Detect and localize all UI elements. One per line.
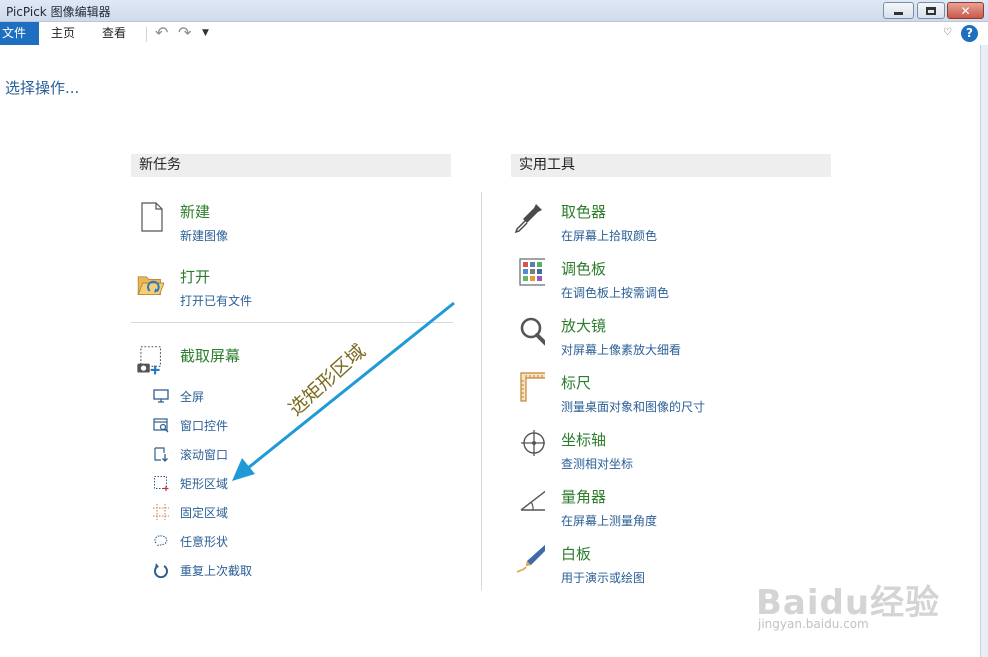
color-picker-icon xyxy=(514,204,542,234)
new-file-icon xyxy=(141,202,163,232)
tab-file[interactable]: 文件 xyxy=(0,22,39,45)
crosshair-icon xyxy=(521,430,545,456)
whiteboard-pen-icon xyxy=(516,544,545,573)
task-open-subtitle: 打开已有文件 xyxy=(180,294,253,308)
task-capture[interactable]: 截取屏幕 xyxy=(132,344,432,388)
capture-scroll-window[interactable]: 滚动窗口 xyxy=(153,446,353,464)
task-new-subtitle: 新建图像 xyxy=(180,229,229,243)
capture-window-control[interactable]: 窗口控件 xyxy=(153,417,353,435)
window-right-frame xyxy=(980,45,988,657)
tool-color-picker-subtitle: 在屏幕上拾取颜色 xyxy=(561,229,658,243)
tool-magnifier-subtitle: 对屏幕上像素放大细看 xyxy=(561,343,682,357)
capture-fixed-region-label: 固定区域 xyxy=(180,506,229,520)
tool-crosshair[interactable]: 坐标轴 查测相对坐标 xyxy=(513,429,813,473)
open-folder-icon xyxy=(137,276,164,295)
tool-protractor-subtitle: 在屏幕上测量角度 xyxy=(561,514,658,528)
ribbon-collapse-icon[interactable]: ♡ xyxy=(943,27,952,38)
rectangle-region-icon xyxy=(154,476,169,491)
section-divider xyxy=(131,322,453,323)
ruler-icon xyxy=(520,372,545,402)
tool-color-picker[interactable]: 取色器 在屏幕上拾取颜色 xyxy=(513,201,813,245)
quick-access-separator xyxy=(146,27,147,42)
tool-ruler[interactable]: 标尺 测量桌面对象和图像的尺寸 xyxy=(513,372,813,416)
tool-ruler-subtitle: 测量桌面对象和图像的尺寸 xyxy=(561,400,706,414)
capture-repeat-last-label: 重复上次截取 xyxy=(180,564,253,578)
capture-freehand[interactable]: 任意形状 xyxy=(153,533,353,551)
close-button[interactable]: ✕ xyxy=(947,2,984,19)
tools-header: 实用工具 xyxy=(511,154,831,177)
task-open-title: 打开 xyxy=(180,268,211,286)
tool-protractor[interactable]: 量角器 在屏幕上测量角度 xyxy=(513,486,813,530)
fixed-region-icon xyxy=(153,504,169,520)
prompt-text: 选择操作... xyxy=(5,79,80,97)
tool-crosshair-subtitle: 查测相对坐标 xyxy=(561,457,634,471)
title-bar: PicPick 图像编辑器 ✕ xyxy=(0,0,988,22)
window-title: PicPick 图像编辑器 xyxy=(6,5,111,19)
close-icon: ✕ xyxy=(960,3,971,18)
new-task-header: 新任务 xyxy=(131,154,451,177)
repeat-capture-icon xyxy=(154,563,168,578)
tool-protractor-title: 量角器 xyxy=(561,488,607,506)
tab-view[interactable]: 查看 xyxy=(92,22,136,45)
tool-magnifier-title: 放大镜 xyxy=(561,317,607,335)
tool-color-picker-title: 取色器 xyxy=(561,203,607,221)
maximize-button[interactable] xyxy=(917,2,945,19)
tool-palette-subtitle: 在调色板上按需调色 xyxy=(561,286,670,300)
window-control-icon xyxy=(153,418,169,433)
tool-palette[interactable]: 调色板 在调色板上按需调色 xyxy=(513,258,813,302)
capture-fullscreen-label: 全屏 xyxy=(180,390,205,404)
watermark: Baidu经验 jingyan.baidu.com xyxy=(756,555,981,655)
task-open[interactable]: 打开 打开已有文件 xyxy=(132,266,432,310)
magnifier-icon xyxy=(520,317,545,346)
maximize-icon xyxy=(926,6,936,15)
undo-icon[interactable]: ↶ xyxy=(155,23,168,42)
scroll-window-icon xyxy=(154,447,168,462)
capture-freehand-label: 任意形状 xyxy=(180,535,229,549)
palette-icon xyxy=(519,258,545,286)
capture-scroll-window-label: 滚动窗口 xyxy=(180,448,229,462)
screen-capture-icon xyxy=(137,346,161,375)
capture-repeat-last[interactable]: 重复上次截取 xyxy=(153,562,353,580)
minimize-button[interactable] xyxy=(883,2,914,19)
tool-magnifier[interactable]: 放大镜 对屏幕上像素放大细看 xyxy=(513,315,813,359)
tool-palette-title: 调色板 xyxy=(561,260,607,278)
task-capture-title: 截取屏幕 xyxy=(180,347,241,365)
redo-icon[interactable]: ↷ xyxy=(178,23,191,42)
monitor-icon xyxy=(153,389,169,403)
quick-access-dropdown-icon[interactable]: ▼ xyxy=(202,28,209,38)
tool-whiteboard-title: 白板 xyxy=(561,545,592,563)
protractor-icon xyxy=(520,490,545,511)
task-new[interactable]: 新建 新建图像 xyxy=(132,201,432,245)
watermark-url: jingyan.baidu.com xyxy=(758,617,869,631)
capture-rectangle-region-label: 矩形区域 xyxy=(180,477,229,491)
tab-home[interactable]: 主页 xyxy=(41,22,85,45)
help-icon[interactable]: ? xyxy=(961,25,978,42)
column-divider xyxy=(481,192,482,590)
minimize-icon xyxy=(894,11,903,15)
freehand-shape-icon xyxy=(154,535,168,547)
tool-ruler-title: 标尺 xyxy=(561,374,592,392)
menu-bar: 文件 主页 查看 xyxy=(0,22,988,45)
capture-window-control-label: 窗口控件 xyxy=(180,419,229,433)
tool-whiteboard-subtitle: 用于演示或绘图 xyxy=(561,571,646,585)
capture-fixed-region[interactable]: 固定区域 xyxy=(153,504,353,522)
capture-rectangle-region[interactable]: 矩形区域 xyxy=(153,475,353,493)
task-new-title: 新建 xyxy=(180,203,211,221)
tool-crosshair-title: 坐标轴 xyxy=(561,431,607,449)
